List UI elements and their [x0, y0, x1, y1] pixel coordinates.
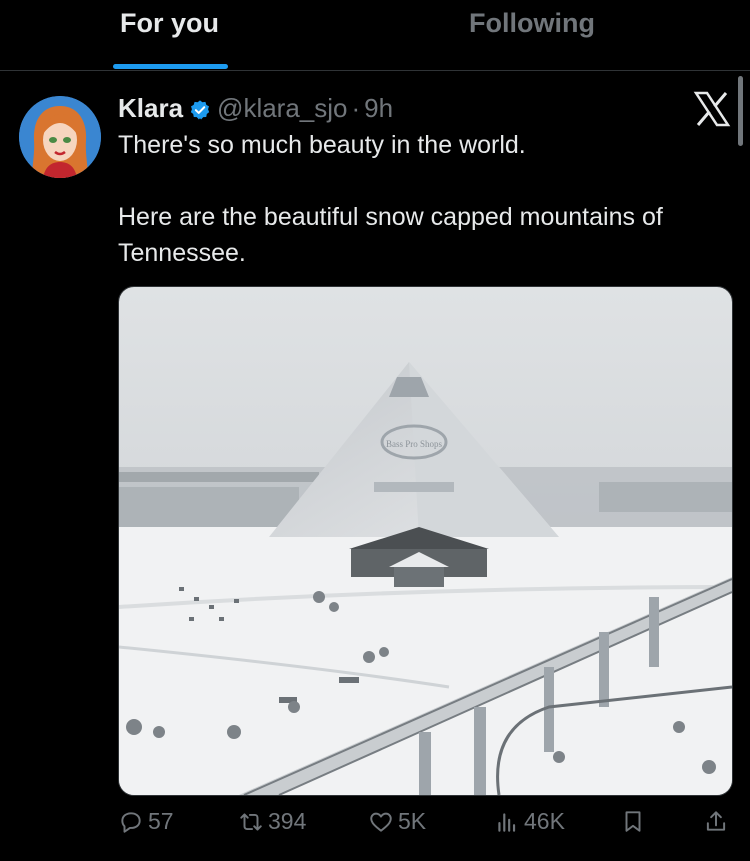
share-icon: [706, 811, 726, 831]
snowy-pyramid-photo: Bass Pro Shops: [119, 287, 732, 795]
active-tab-indicator: [113, 64, 228, 69]
x-logo-icon[interactable]: [693, 90, 731, 128]
avatar[interactable]: [19, 96, 101, 178]
share-button[interactable]: [703, 808, 733, 834]
separator-dot: ·: [351, 92, 361, 123]
tweet-actions: 57 394 5K 46K: [0, 808, 750, 848]
repost-icon: [240, 812, 262, 831]
like-button[interactable]: 5K: [368, 808, 426, 835]
reply-icon: [121, 811, 141, 833]
heart-icon: [370, 812, 392, 832]
views-chart-icon: [498, 812, 516, 832]
author-name[interactable]: Klara: [118, 93, 183, 124]
tweet-timestamp[interactable]: 9h: [364, 93, 393, 124]
reply-button[interactable]: 57: [118, 808, 174, 835]
timeline-tabs: For you Following: [0, 0, 750, 71]
views-count: 46K: [524, 808, 565, 834]
author-handle[interactable]: @klara_sjo: [217, 93, 347, 124]
scrollbar[interactable]: [738, 76, 743, 146]
tab-for-you[interactable]: For you: [120, 8, 219, 39]
reply-count: 57: [148, 808, 174, 834]
avatar-illustration: [19, 96, 101, 178]
bookmark-button[interactable]: [620, 808, 650, 834]
tweet-text: There's so much beauty in the world. Her…: [118, 127, 733, 307]
tweet-media-image[interactable]: Bass Pro Shops: [118, 286, 733, 796]
tweet-text-line-2: Here are the beautiful snow capped mount…: [118, 203, 663, 267]
tweet-header: Klara @klara_sjo · 9h: [118, 91, 393, 125]
tweet-text-line-1: There's so much beauty in the world.: [118, 131, 526, 159]
repost-button[interactable]: 394: [238, 808, 306, 835]
repost-count: 394: [268, 808, 307, 834]
views-button[interactable]: 46K: [494, 808, 565, 835]
like-count: 5K: [398, 808, 427, 834]
tab-following[interactable]: Following: [469, 8, 595, 39]
verified-badge-icon: [189, 97, 211, 120]
bookmark-icon: [625, 811, 641, 832]
pyramid-sign-text: Bass Pro Shops: [386, 439, 443, 449]
